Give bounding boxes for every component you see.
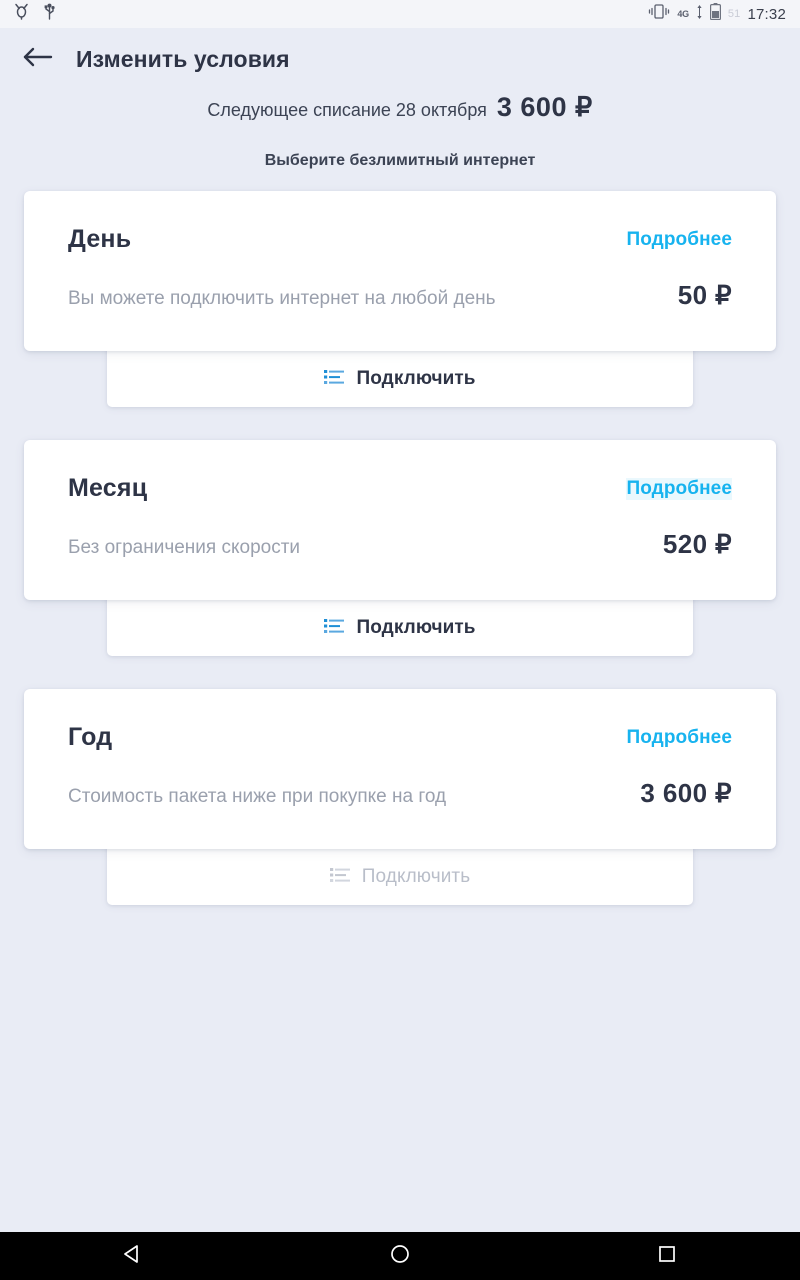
plan-details-link[interactable]: Подробнее <box>626 727 732 749</box>
plan-name: Год <box>68 723 113 751</box>
list-lines-icon <box>324 618 345 639</box>
vibrate-icon <box>648 4 670 24</box>
list-lines-icon <box>329 867 350 888</box>
nav-home-icon <box>389 1243 411 1270</box>
plan-details-link[interactable]: Подробнее <box>626 477 732 500</box>
plan-description: Вы можете подключить интернет на любой д… <box>68 288 496 309</box>
plan-description: Без ограничения скорости <box>68 537 301 558</box>
plan-group-year: Год Подробнее Стоимость пакета ниже при … <box>0 689 800 905</box>
list-lines-icon <box>324 369 345 390</box>
plan-card-header: Год Подробнее <box>68 723 732 752</box>
plan-card-body: Стоимость пакета ниже при покупке на год… <box>68 778 732 809</box>
nav-back-button[interactable] <box>88 1232 178 1280</box>
battery-percent-label: 51 <box>727 8 741 20</box>
plan-price: 520 ₽ <box>662 529 732 559</box>
next-charge-row: Следующее списание 28 октября 3 600 ₽ <box>0 92 800 123</box>
connect-button-inner: Подключить <box>324 368 475 390</box>
debug-icon <box>14 3 29 25</box>
battery-icon <box>709 3 721 25</box>
connect-label: Подключить <box>356 617 476 638</box>
plan-card[interactable]: Месяц Подробнее Без ограничения скорости… <box>24 440 776 600</box>
plan-name: Месяц <box>68 474 148 502</box>
network-type-label: 4G <box>677 9 689 19</box>
nav-back-icon <box>122 1243 144 1270</box>
nav-recents-icon <box>656 1243 678 1270</box>
back-arrow-icon <box>23 46 53 73</box>
plan-card-header: День Подробнее <box>68 225 732 254</box>
phone-screen: 4G 51 17:32 Изменить условия Следующее с… <box>0 0 800 1280</box>
data-transfer-icon <box>696 4 703 24</box>
plan-card-body: Без ограничения скорости 520 ₽ <box>68 529 732 560</box>
plan-description: Стоимость пакета ниже при покупке на год <box>68 786 447 807</box>
plan-group-day: День Подробнее Вы можете подключить инте… <box>0 191 800 407</box>
usb-icon <box>43 3 56 25</box>
plan-card-body: Вы можете подключить интернет на любой д… <box>68 280 732 311</box>
status-bar: 4G 51 17:32 <box>0 0 800 28</box>
android-nav-bar <box>0 1232 800 1280</box>
nav-recents-button[interactable] <box>622 1232 712 1280</box>
next-charge-label: Следующее списание 28 октября <box>207 100 487 120</box>
connect-label: Подключить <box>356 368 476 389</box>
next-charge-amount: 3 600 ₽ <box>496 92 593 122</box>
section-title: Выберите безлимитный интернет <box>264 152 536 169</box>
app-header: Изменить условия <box>0 28 800 90</box>
status-bar-left <box>14 3 56 25</box>
nav-home-button[interactable] <box>355 1232 445 1280</box>
status-bar-clock: 17:32 <box>747 5 786 23</box>
plan-card[interactable]: Год Подробнее Стоимость пакета ниже при … <box>24 689 776 849</box>
plan-card[interactable]: День Подробнее Вы можете подключить инте… <box>24 191 776 351</box>
connect-button-inner: Подключить <box>324 617 475 639</box>
plan-name: День <box>68 225 132 253</box>
back-button[interactable] <box>10 31 66 87</box>
page-title: Изменить условия <box>76 45 290 72</box>
plan-card-header: Месяц Подробнее <box>68 474 732 503</box>
plan-price: 3 600 ₽ <box>640 778 732 808</box>
status-bar-right: 4G 51 17:32 <box>648 3 786 25</box>
connect-button-inner: Подключить <box>329 866 471 888</box>
connect-label: Подключить <box>361 866 471 887</box>
plan-group-month: Месяц Подробнее Без ограничения скорости… <box>0 440 800 656</box>
plan-price: 50 ₽ <box>677 280 732 310</box>
plan-details-link[interactable]: Подробнее <box>626 229 732 251</box>
